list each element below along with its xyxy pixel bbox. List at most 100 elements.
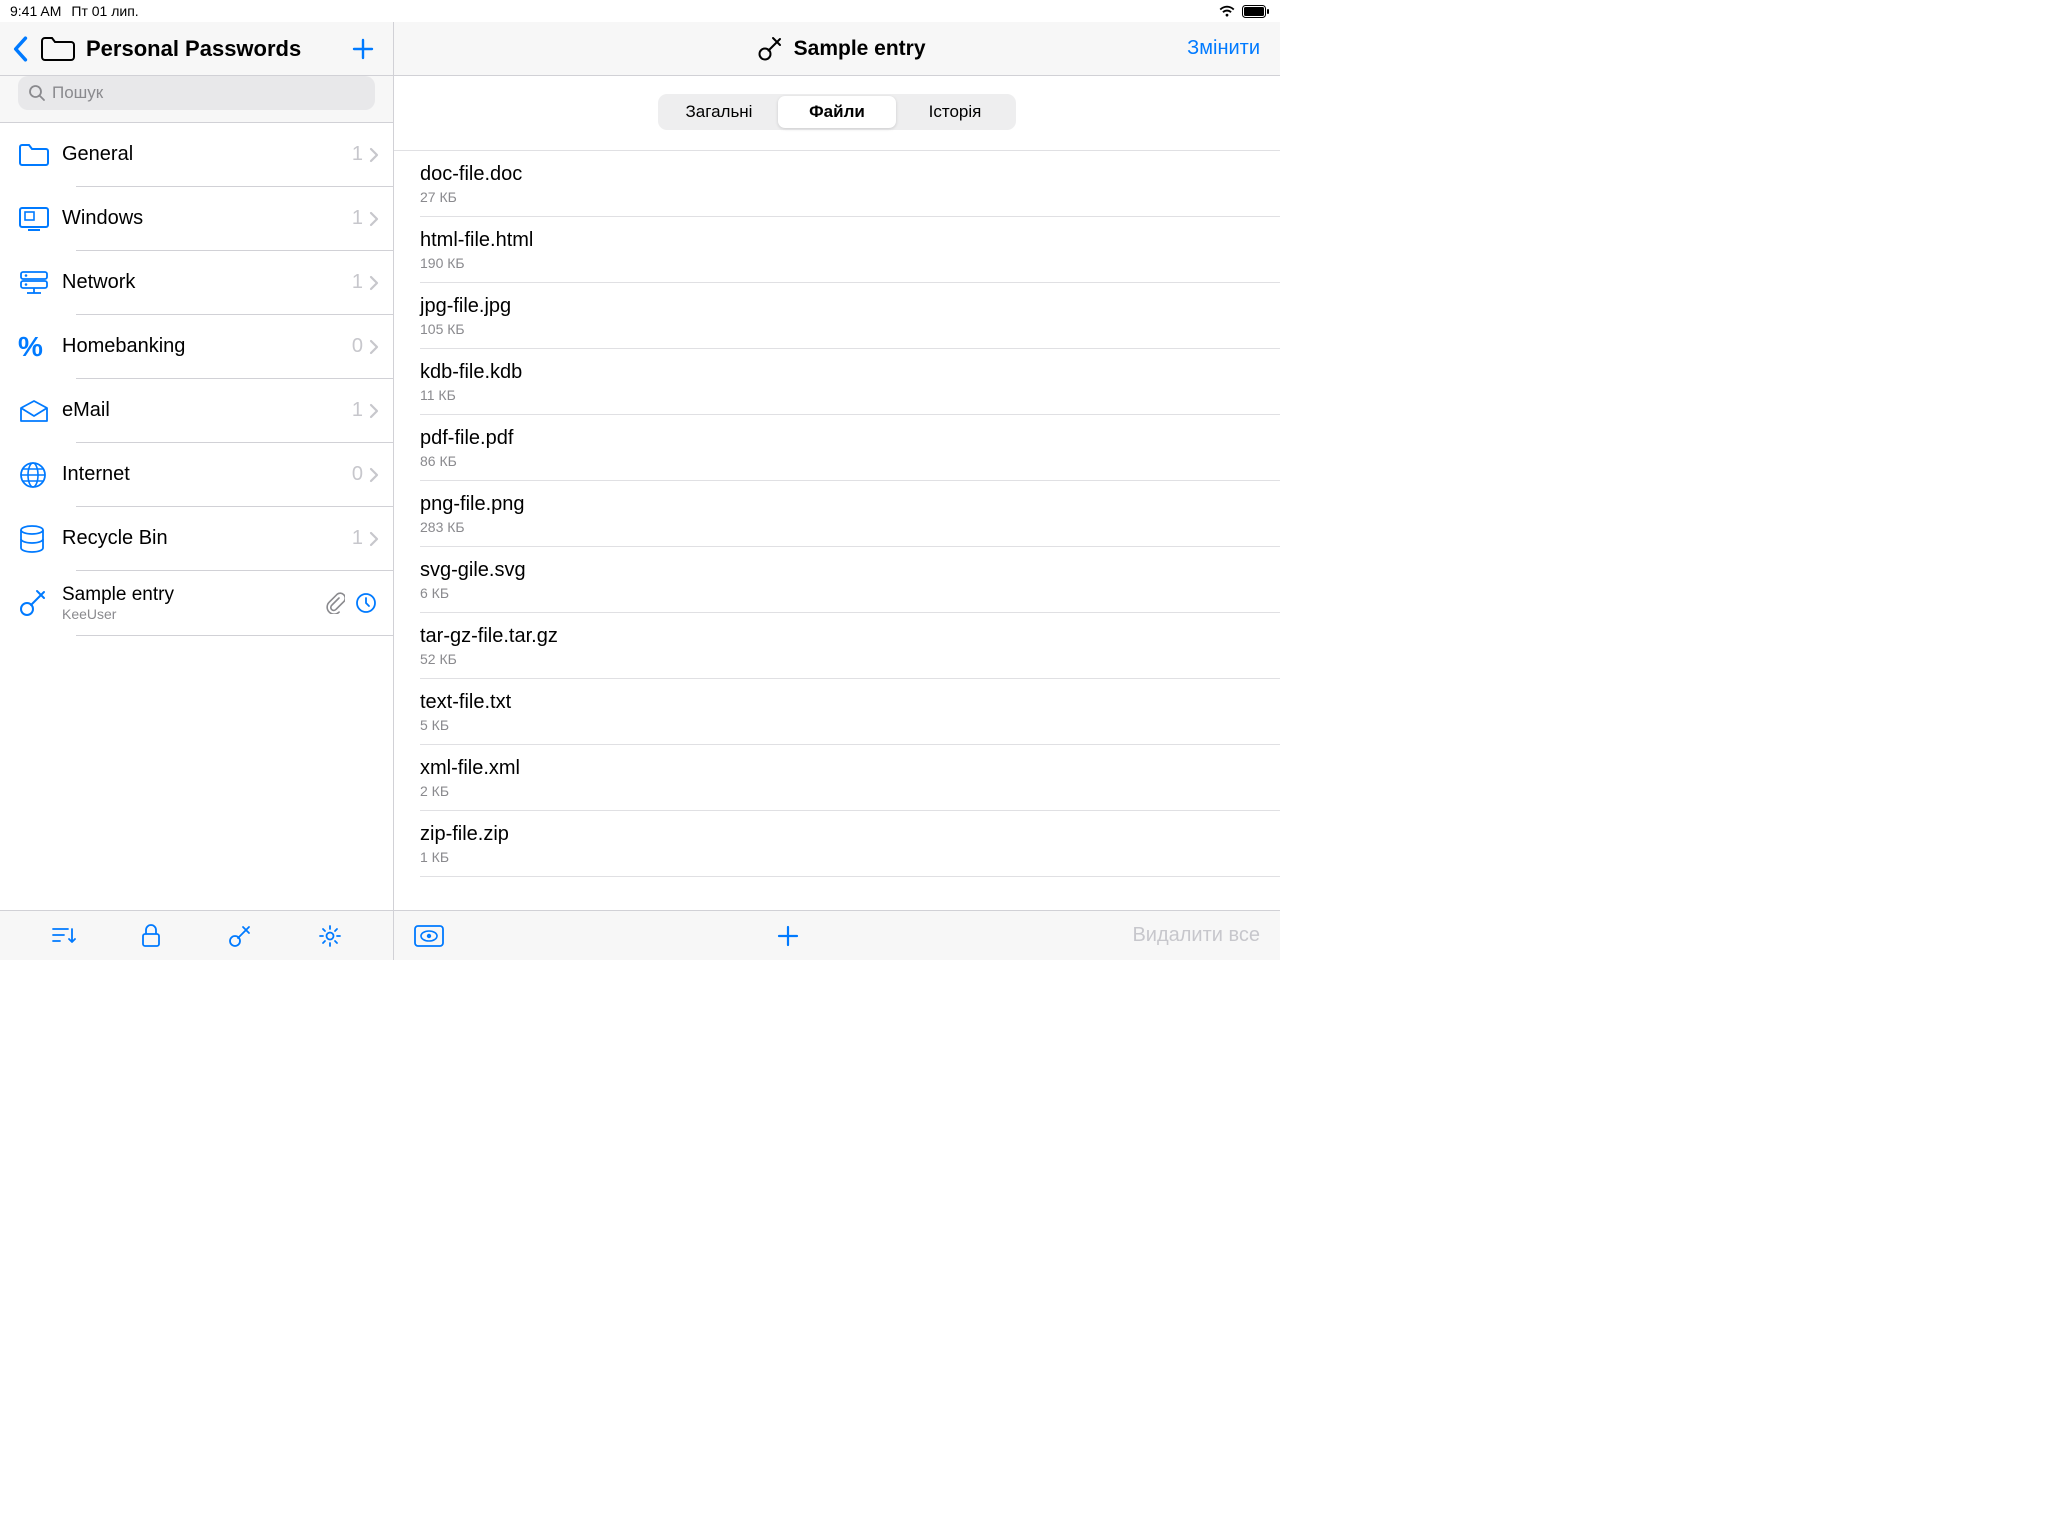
- file-row[interactable]: xml-file.xml 2 КБ: [394, 745, 1280, 810]
- sidebar-folder-row[interactable]: Internet0: [0, 443, 393, 506]
- sidebar-folder-row[interactable]: Network1: [0, 251, 393, 314]
- file-row[interactable]: png-file.png 283 КБ: [394, 481, 1280, 546]
- file-name: png-file.png: [420, 493, 1280, 516]
- folder-icon: [18, 142, 62, 168]
- tab-files[interactable]: Файли: [778, 96, 896, 128]
- edit-button[interactable]: Змінити: [1187, 37, 1260, 60]
- status-date: Пт 01 лип.: [71, 3, 138, 19]
- folder-label: General: [62, 143, 352, 166]
- sort-button[interactable]: [50, 924, 76, 948]
- segmented-wrap: Загальні Файли Історія: [394, 76, 1280, 150]
- chevron-right-icon: [369, 531, 379, 547]
- detail-pane: Sample entry Змінити Загальні Файли Істо…: [394, 22, 1280, 960]
- file-row[interactable]: zip-file.zip 1 КБ: [394, 811, 1280, 876]
- file-size: 1 КБ: [420, 849, 1280, 865]
- chevron-right-icon: [369, 211, 379, 227]
- file-name: html-file.html: [420, 229, 1280, 252]
- file-row[interactable]: pdf-file.pdf86 КБ: [394, 415, 1280, 480]
- folder-outline-icon: [40, 35, 76, 63]
- detail-header: Sample entry Змінити: [394, 22, 1280, 76]
- file-row[interactable]: svg-gile.svg 6 КБ: [394, 547, 1280, 612]
- sidebar-entry[interactable]: Sample entryKeeUser: [0, 571, 393, 635]
- file-row[interactable]: text-file.txt5 КБ: [394, 679, 1280, 744]
- folder-count: 0: [352, 335, 363, 358]
- add-file-button[interactable]: [776, 924, 800, 948]
- wifi-icon: [1218, 4, 1236, 18]
- envelope-icon: [18, 399, 62, 423]
- sidebar-folder-row[interactable]: %Homebanking0: [0, 315, 393, 378]
- search-wrap: [0, 76, 393, 123]
- paperclip-icon: [325, 592, 345, 614]
- sidebar-title: Personal Passwords: [86, 36, 301, 62]
- file-name: kdb-file.kdb: [420, 361, 1280, 384]
- file-row[interactable]: html-file.html 190 КБ: [394, 217, 1280, 282]
- search-field[interactable]: [18, 76, 375, 110]
- file-name: zip-file.zip: [420, 823, 1280, 846]
- file-size: 11 КБ: [420, 387, 1280, 403]
- windows-icon: [18, 205, 62, 233]
- folder-label: eMail: [62, 399, 352, 422]
- globe-icon: [18, 460, 62, 490]
- file-name: jpg-file.jpg: [420, 295, 1280, 318]
- folder-label: Homebanking: [62, 335, 352, 358]
- detail-toolbar: Видалити все: [394, 910, 1280, 960]
- file-size: 190 КБ: [420, 255, 1280, 271]
- chevron-right-icon: [369, 147, 379, 163]
- file-row[interactable]: tar-gz-file.tar.gz 52 КБ: [394, 613, 1280, 678]
- folder-count: 1: [352, 399, 363, 422]
- file-size: 86 КБ: [420, 453, 1280, 469]
- chevron-right-icon: [369, 403, 379, 419]
- file-name: tar-gz-file.tar.gz: [420, 625, 1280, 648]
- entry-title: Sample entry: [62, 584, 325, 606]
- folder-label: Network: [62, 271, 352, 294]
- file-name: xml-file.xml: [420, 757, 1280, 780]
- tab-history[interactable]: Історія: [896, 96, 1014, 128]
- settings-button[interactable]: [317, 923, 343, 949]
- key-button[interactable]: [227, 923, 253, 949]
- entry-subtitle: KeeUser: [62, 606, 325, 622]
- folder-list: General1Windows1Network1%Homebanking0eMa…: [0, 123, 393, 910]
- segmented-control: Загальні Файли Історія: [658, 94, 1016, 130]
- sidebar-folder-row[interactable]: Recycle Bin1: [0, 507, 393, 570]
- search-input[interactable]: [52, 83, 365, 103]
- folder-label: Windows: [62, 207, 352, 230]
- file-name: doc-file.doc: [420, 163, 1280, 186]
- sidebar: Personal Passwords General1Windows1Netwo…: [0, 22, 394, 960]
- folder-count: 1: [352, 207, 363, 230]
- file-size: 6 КБ: [420, 585, 1280, 601]
- file-size: 2 КБ: [420, 783, 1280, 799]
- folder-count: 0: [352, 463, 363, 486]
- db-icon: [18, 524, 62, 554]
- file-row[interactable]: jpg-file.jpg 105 КБ: [394, 283, 1280, 348]
- tab-general[interactable]: Загальні: [660, 96, 778, 128]
- status-time: 9:41 AM: [10, 3, 61, 19]
- file-size: 283 КБ: [420, 519, 1280, 535]
- file-size: 52 КБ: [420, 651, 1280, 667]
- key-icon: [756, 35, 784, 63]
- status-bar: 9:41 AM Пт 01 лип.: [0, 0, 1280, 22]
- back-button[interactable]: [6, 36, 34, 62]
- lock-button[interactable]: [140, 923, 162, 949]
- chevron-right-icon: [369, 467, 379, 483]
- file-name: svg-gile.svg: [420, 559, 1280, 582]
- file-size: 27 КБ: [420, 189, 1280, 205]
- network-icon: [18, 269, 62, 297]
- delete-all-button[interactable]: Видалити все: [1132, 924, 1260, 947]
- file-row[interactable]: kdb-file.kdb 11 КБ: [394, 349, 1280, 414]
- file-size: 5 КБ: [420, 717, 1280, 733]
- detail-title: Sample entry: [794, 37, 926, 61]
- file-row[interactable]: doc-file.doc 27 КБ: [394, 151, 1280, 216]
- folder-label: Internet: [62, 463, 352, 486]
- key-icon: [18, 588, 62, 618]
- sidebar-folder-row[interactable]: eMail1: [0, 379, 393, 442]
- sidebar-folder-row[interactable]: General1: [0, 123, 393, 186]
- file-list: doc-file.doc 27 КБ html-file.html 190 КБ jpg…: [394, 150, 1280, 910]
- add-button[interactable]: [347, 37, 379, 61]
- sidebar-folder-row[interactable]: Windows1: [0, 187, 393, 250]
- chevron-right-icon: [369, 339, 379, 355]
- folder-count: 1: [352, 143, 363, 166]
- file-size: 105 КБ: [420, 321, 1280, 337]
- battery-icon: [1242, 5, 1270, 18]
- reveal-button[interactable]: [414, 925, 444, 947]
- clock-icon: [355, 592, 377, 614]
